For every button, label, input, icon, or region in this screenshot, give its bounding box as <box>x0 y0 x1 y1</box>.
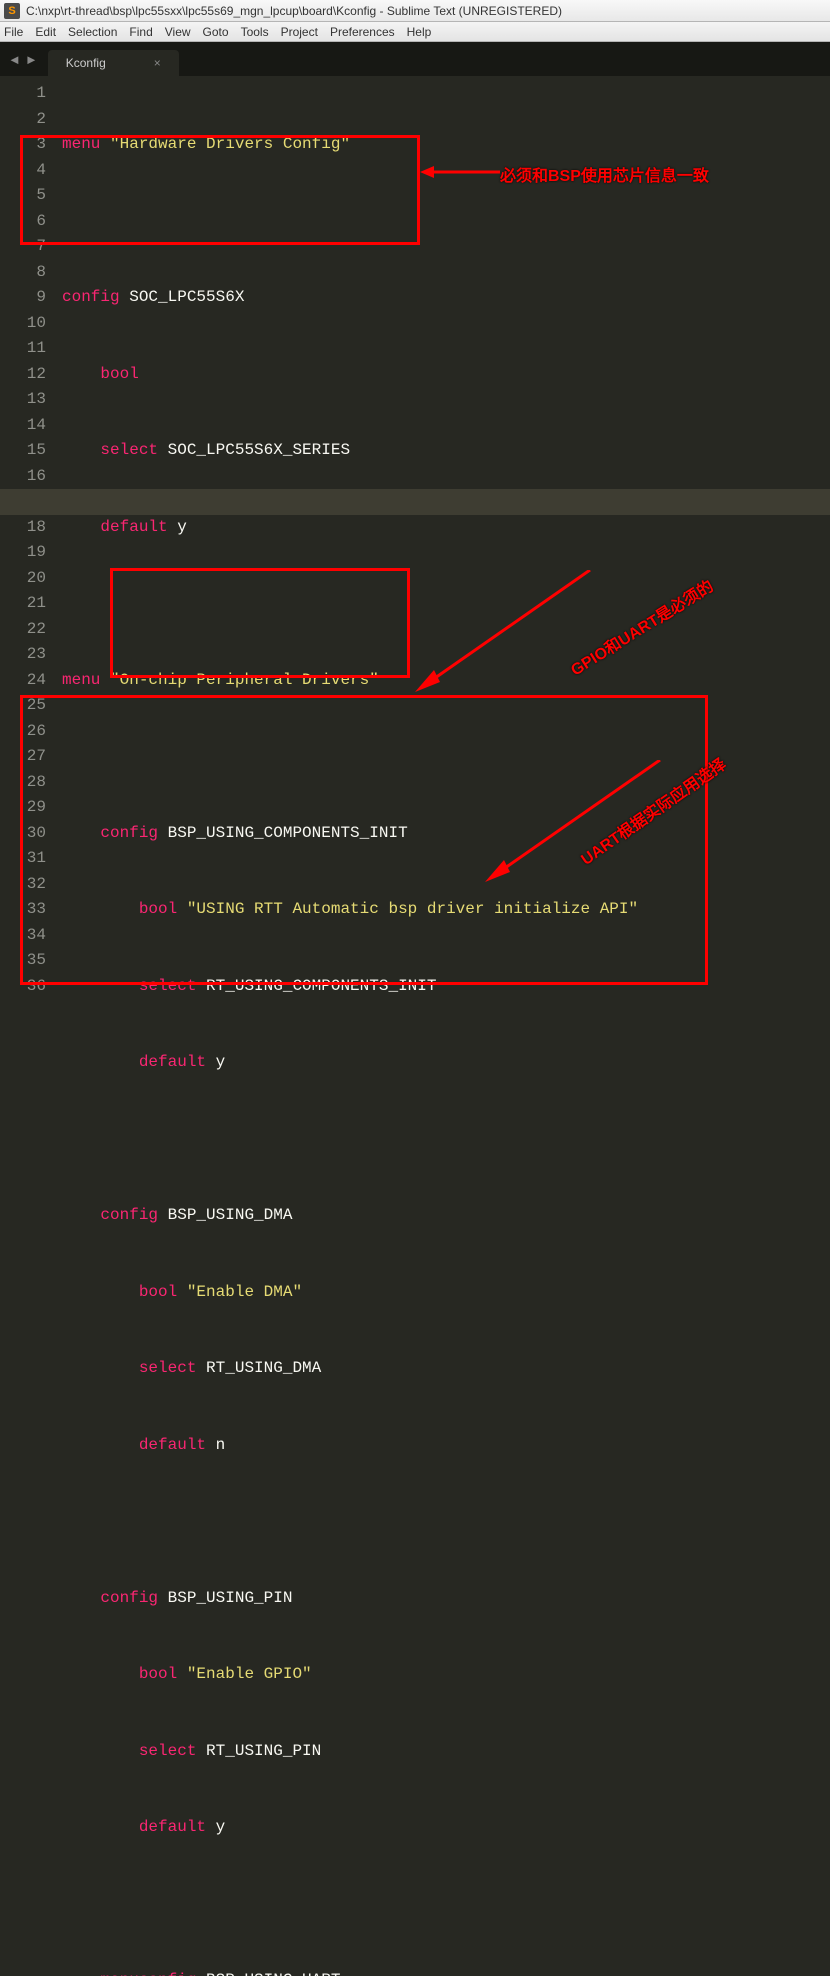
line-number: 11 <box>0 336 46 362</box>
line-number: 35 <box>0 948 46 974</box>
annotation-arrow-2 <box>410 570 600 700</box>
code-line: config BSP_USING_PIN <box>62 1586 830 1612</box>
code-line <box>62 1509 830 1535</box>
close-icon[interactable]: × <box>154 56 161 70</box>
code-line: bool "USING RTT Automatic bsp driver ini… <box>62 897 830 923</box>
line-number: 8 <box>0 260 46 286</box>
line-number: 7 <box>0 234 46 260</box>
menu-file[interactable]: File <box>4 25 23 39</box>
nav-forward-icon[interactable]: ► <box>25 52 38 67</box>
annotation-arrow-1 <box>420 160 500 190</box>
code-line: bool <box>62 362 830 388</box>
line-number: 29 <box>0 795 46 821</box>
code-line: config BSP_USING_COMPONENTS_INIT <box>62 821 830 847</box>
line-number: 32 <box>0 872 46 898</box>
line-number: 28 <box>0 770 46 796</box>
tabbar: ◄ ► Kconfig × <box>0 42 830 76</box>
code-line: default y <box>62 1815 830 1841</box>
line-number: 12 <box>0 362 46 388</box>
line-number: 19 <box>0 540 46 566</box>
line-number: 13 <box>0 387 46 413</box>
line-number: 6 <box>0 209 46 235</box>
line-number: 5 <box>0 183 46 209</box>
line-number: 21 <box>0 591 46 617</box>
menu-view[interactable]: View <box>165 25 191 39</box>
line-number: 33 <box>0 897 46 923</box>
code-line: default y <box>62 515 830 541</box>
line-number: 30 <box>0 821 46 847</box>
line-number: 22 <box>0 617 46 643</box>
line-number: 36 <box>0 974 46 1000</box>
line-number: 18 <box>0 515 46 541</box>
line-number: 25 <box>0 693 46 719</box>
editor[interactable]: 1 2 3 4 5 6 7 8 9 10 11 12 13 14 15 16 1… <box>0 76 830 1976</box>
line-number: 14 <box>0 413 46 439</box>
annotation-text-1: 必须和BSP使用芯片信息一致 <box>500 162 709 186</box>
line-number: 3 <box>0 132 46 158</box>
code-line: menuconfig BSP_USING_UART <box>62 1968 830 1976</box>
code-line: select RT_USING_COMPONENTS_INIT <box>62 974 830 1000</box>
window-title: C:\nxp\rt-thread\bsp\lpc55sxx\lpc55s69_m… <box>26 4 562 18</box>
code-line: bool "Enable DMA" <box>62 1280 830 1306</box>
line-number: 2 <box>0 107 46 133</box>
tab-label: Kconfig <box>66 56 106 70</box>
line-number: 15 <box>0 438 46 464</box>
line-number: 31 <box>0 846 46 872</box>
line-number: 4 <box>0 158 46 184</box>
code-line: select RT_USING_PIN <box>62 1739 830 1765</box>
line-number: 34 <box>0 923 46 949</box>
app-icon: S <box>4 3 20 19</box>
code-line: default n <box>62 1433 830 1459</box>
code-line: select RT_USING_DMA <box>62 1356 830 1382</box>
line-number: 16 <box>0 464 46 490</box>
tab-kconfig[interactable]: Kconfig × <box>48 50 179 76</box>
line-number: 9 <box>0 285 46 311</box>
menu-project[interactable]: Project <box>281 25 318 39</box>
menu-find[interactable]: Find <box>129 25 152 39</box>
code-line: config BSP_USING_DMA <box>62 1203 830 1229</box>
code-area[interactable]: menu "Hardware Drivers Config" config SO… <box>62 76 830 1976</box>
nav-back-icon[interactable]: ◄ <box>8 52 21 67</box>
line-number: 1 <box>0 81 46 107</box>
line-number: 23 <box>0 642 46 668</box>
code-line: select SOC_LPC55S6X_SERIES <box>62 438 830 464</box>
menu-edit[interactable]: Edit <box>35 25 56 39</box>
line-number: 10 <box>0 311 46 337</box>
code-line <box>62 1127 830 1153</box>
menu-preferences[interactable]: Preferences <box>330 25 395 39</box>
code-line: bool "Enable GPIO" <box>62 1662 830 1688</box>
line-number: 24 <box>0 668 46 694</box>
menu-goto[interactable]: Goto <box>203 25 229 39</box>
code-line <box>62 1892 830 1918</box>
line-number: 20 <box>0 566 46 592</box>
code-line: config SOC_LPC55S6X <box>62 285 830 311</box>
window-titlebar: S C:\nxp\rt-thread\bsp\lpc55sxx\lpc55s69… <box>0 0 830 22</box>
menu-tools[interactable]: Tools <box>241 25 269 39</box>
line-number: 27 <box>0 744 46 770</box>
menu-help[interactable]: Help <box>407 25 432 39</box>
code-line <box>62 209 830 235</box>
line-number: 26 <box>0 719 46 745</box>
code-line: menu "Hardware Drivers Config" <box>62 132 830 158</box>
line-gutter: 1 2 3 4 5 6 7 8 9 10 11 12 13 14 15 16 1… <box>0 76 62 1976</box>
menubar: File Edit Selection Find View Goto Tools… <box>0 22 830 42</box>
menu-selection[interactable]: Selection <box>68 25 117 39</box>
code-line: default y <box>62 1050 830 1076</box>
